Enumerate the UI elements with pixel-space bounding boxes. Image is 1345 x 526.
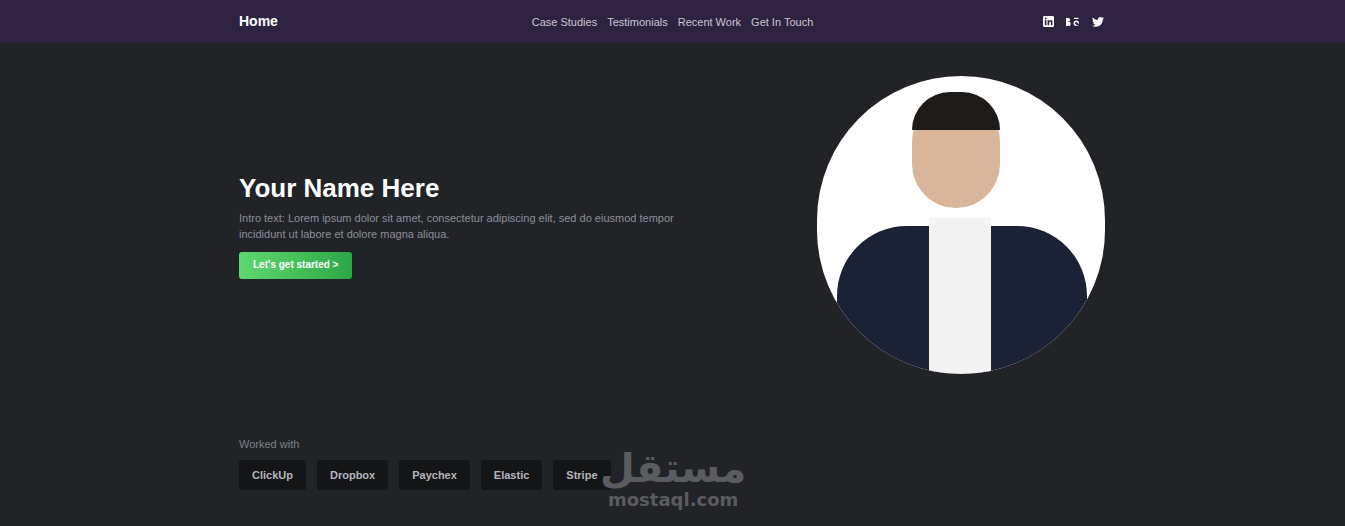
- nav-links: Case Studies Testimonials Recent Work Get I…: [532, 14, 814, 30]
- company-list: ClickUp Dropbox Paychex Elastic Stripe: [239, 460, 1106, 490]
- watermark-latin: mostaql.com: [608, 490, 738, 510]
- nav-link[interactable]: Get In Touch: [751, 14, 813, 30]
- watermark-arabic: مستقل: [600, 446, 746, 490]
- company-badge: Elastic: [481, 460, 542, 490]
- top-nav: Home Case Studies Testimonials Recent Work…: [0, 0, 1345, 43]
- nav-link[interactable]: Case Studies: [532, 14, 597, 30]
- watermark: مستقل mostaql.com: [600, 446, 746, 510]
- nav-link[interactable]: Testimonials: [607, 14, 668, 30]
- company-badge: ClickUp: [239, 460, 306, 490]
- hero: Your Name Here Intro text: Lorem ipsum d…: [239, 76, 1106, 374]
- social-links: [966, 16, 1106, 27]
- twitter-icon[interactable]: [1092, 17, 1104, 27]
- hero-intro: Intro text: Lorem ipsum dolor sit amet, …: [239, 210, 679, 242]
- company-badge: Dropbox: [317, 460, 388, 490]
- worked-with: Worked with ClickUp Dropbox Paychex Elastic…: [239, 436, 1106, 490]
- nav-link[interactable]: Recent Work: [678, 14, 741, 30]
- linkedin-icon[interactable]: [1043, 16, 1054, 27]
- brand-link[interactable]: Home: [239, 11, 379, 32]
- behance-icon[interactable]: [1066, 17, 1080, 27]
- hero-title: Your Name Here: [239, 172, 439, 204]
- company-badge: Paychex: [399, 460, 470, 490]
- profile-photo: [817, 76, 1105, 374]
- company-badge: Stripe: [553, 460, 610, 490]
- worked-with-label: Worked with: [239, 436, 1106, 452]
- get-started-button[interactable]: Let's get started >: [239, 252, 352, 279]
